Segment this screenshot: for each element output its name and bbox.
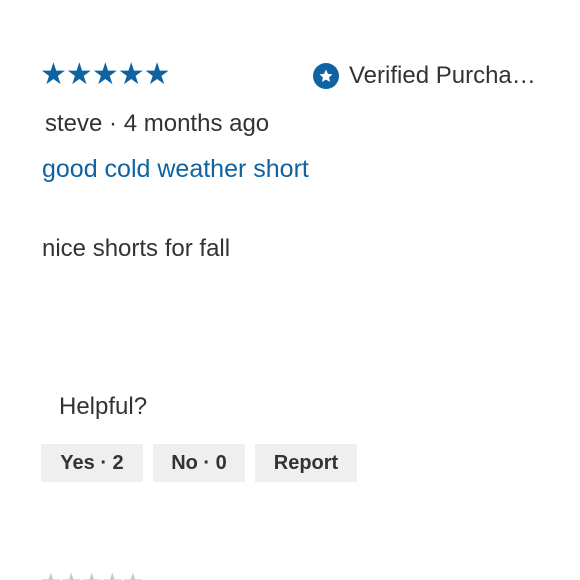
- author-name: steve: [45, 110, 103, 137]
- report-button[interactable]: Report: [255, 444, 357, 482]
- review-date: 4 months ago: [123, 110, 270, 137]
- helpful-label: Helpful?: [59, 393, 148, 420]
- helpful-yes-button[interactable]: Yes · 2: [41, 444, 143, 482]
- star-rating: ★ ★ ★ ★ ★: [40, 58, 171, 91]
- star-icon: ★: [102, 569, 123, 580]
- review-title[interactable]: good cold weather short: [42, 155, 309, 184]
- verified-label: Verified Purcha…: [349, 62, 536, 89]
- review-meta: steve · 4 months ago: [45, 110, 269, 138]
- star-icon: ★: [40, 569, 61, 580]
- review-body: nice shorts for fall: [42, 235, 231, 262]
- star-icon: ★: [122, 569, 143, 580]
- star-icon: ★: [40, 58, 67, 91]
- verified-star-icon: [313, 63, 339, 89]
- next-review-stars: ★★★★★: [40, 568, 144, 580]
- star-icon: ★: [61, 569, 82, 580]
- verified-purchase-badge: Verified Purcha…: [313, 62, 536, 90]
- helpful-actions: Yes · 2 No · 0 Report: [41, 444, 357, 482]
- meta-separator: ·: [109, 110, 118, 137]
- star-icon: ★: [91, 58, 119, 91]
- star-icon: ★: [117, 58, 145, 91]
- star-icon: ★: [81, 569, 102, 580]
- helpful-no-button[interactable]: No · 0: [153, 444, 245, 482]
- review-card: ★ ★ ★ ★ ★ Verified Purcha… steve · 4 mon…: [0, 0, 580, 580]
- star-icon: ★: [65, 58, 93, 91]
- star-icon: ★: [143, 58, 171, 91]
